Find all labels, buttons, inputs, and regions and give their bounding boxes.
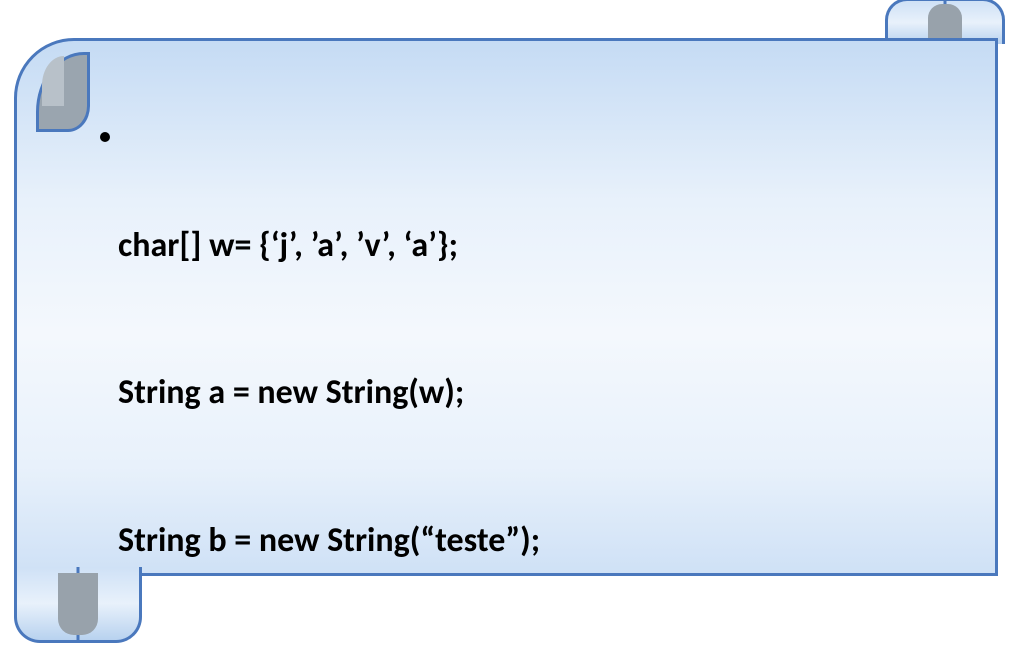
slide-text-block: char[] w= {‘j’, ’a’, ’v’, ‘a’}; String a… bbox=[100, 122, 983, 645]
slide-stage: char[] w= {‘j’, ’a’, ’v’, ‘a’}; String a… bbox=[0, 0, 1023, 645]
code-line-1: char[] w= {‘j’, ’a’, ’v’, ‘a’}; bbox=[118, 221, 983, 270]
code-line-2: String a = new String(w); bbox=[118, 368, 983, 417]
scroll-roll-bottom-left-inner bbox=[58, 573, 98, 635]
code-lines: char[] w= {‘j’, ’a’, ’v’, ‘a’}; String a… bbox=[100, 122, 983, 645]
code-line-3: String b = new String(“teste”); bbox=[118, 516, 983, 565]
scroll-roll-top-right-inner bbox=[928, 4, 962, 42]
bullet-icon bbox=[100, 132, 110, 142]
